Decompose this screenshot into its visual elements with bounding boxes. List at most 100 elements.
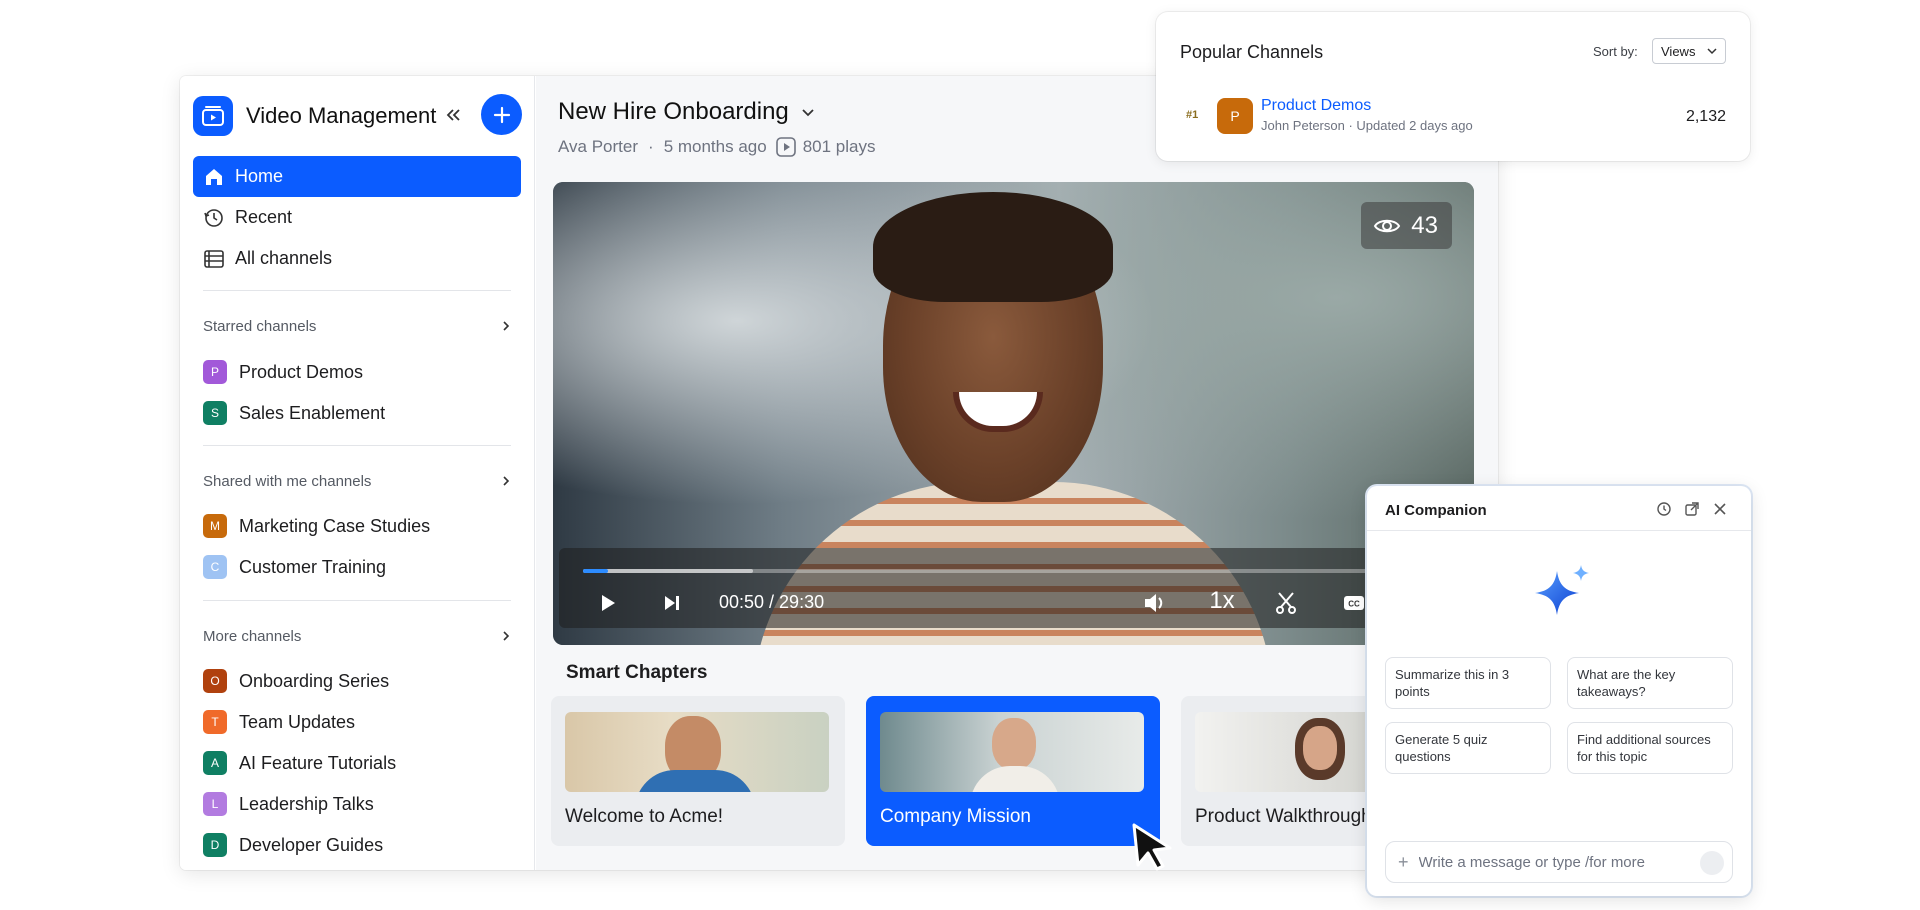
channel-badge: P <box>203 360 227 384</box>
add-button[interactable] <box>481 94 522 135</box>
channel-name: Sales Enablement <box>239 402 386 423</box>
channel-name: Customer Training <box>239 556 387 577</box>
progress-fill <box>583 569 608 573</box>
chevron-right-icon <box>503 476 510 486</box>
channel-badge: M <box>203 514 227 538</box>
play-button[interactable] <box>593 588 623 618</box>
channel-team-updates[interactable]: T Team Updates <box>203 707 355 737</box>
channel-customer-training[interactable]: C Customer Training <box>203 552 386 582</box>
chapter-card-company-mission[interactable]: Company Mission <box>866 696 1160 846</box>
history-button[interactable] <box>1655 500 1673 518</box>
channel-marketing-case-studies[interactable]: M Marketing Case Studies <box>203 511 430 541</box>
chevron-right-icon <box>503 321 510 331</box>
video-title-row: New Hire Onboarding <box>558 98 815 126</box>
prompt-additional-sources[interactable]: Find additional sources for this topic <box>1567 722 1733 774</box>
popular-channel-views: 2,132 <box>1685 108 1726 125</box>
video-title-dropdown[interactable] <box>801 107 815 117</box>
nav-item-label: Recent <box>235 207 293 227</box>
primary-nav: Home Recent All channels <box>193 156 521 279</box>
channel-name: Product Demos <box>239 361 364 382</box>
double-chevron-left-icon <box>446 109 460 121</box>
channel-product-demos[interactable]: P Product Demos <box>203 357 363 387</box>
divider <box>203 600 511 601</box>
video-title: New Hire Onboarding <box>558 98 789 125</box>
section-title: Shared with me channels <box>203 472 372 490</box>
chapter-label: Product Walkthrough <box>1195 806 1372 827</box>
progress-buffer <box>583 569 753 573</box>
open-external-button[interactable] <box>1683 500 1701 518</box>
video-player[interactable]: 43 00:50 / 29:30 1x CC <box>553 182 1474 645</box>
channel-name: Marketing Case Studies <box>239 515 431 536</box>
channel-badge: S <box>203 401 227 425</box>
mouse-pointer-icon <box>1132 823 1172 871</box>
main-content: New Hire Onboarding Ava Porter · 5 month… <box>536 76 1498 870</box>
close-button[interactable] <box>1711 500 1729 518</box>
nav-item-home[interactable]: Home <box>193 156 521 197</box>
prompt-summarize[interactable]: Summarize this in 3 points <box>1385 657 1551 709</box>
ai-message-input[interactable] <box>1418 853 1689 871</box>
popular-channels-card: Popular Channels Sort by: Views #1 P Pro… <box>1156 12 1750 161</box>
chevron-down-icon <box>802 109 814 117</box>
channel-badge: D <box>203 833 227 857</box>
chevron-right-icon <box>503 631 510 641</box>
close-icon <box>1714 503 1726 515</box>
chapter-thumbnail <box>565 712 829 792</box>
brand: Video Management <box>193 96 436 136</box>
channel-badge: A <box>203 751 227 775</box>
channel-sales-enablement[interactable]: S Sales Enablement <box>203 398 385 428</box>
closed-captions-icon: CC <box>1344 596 1364 610</box>
app-window: Video Management Home Recent All channel… <box>180 76 1498 870</box>
collapse-sidebar-button[interactable] <box>442 104 464 126</box>
channel-badge: T <box>203 710 227 734</box>
send-button[interactable] <box>1700 851 1724 875</box>
sidebar: Video Management Home Recent All channel… <box>180 76 535 870</box>
divider <box>203 445 511 446</box>
playback-speed-button[interactable]: 1x <box>1199 586 1245 616</box>
nav-item-recent[interactable]: Recent <box>193 197 521 238</box>
ai-companion-title: AI Companion <box>1385 502 1487 519</box>
video-age: 5 months ago <box>663 137 767 156</box>
video-meta: Ava Porter · 5 months ago 801 plays <box>558 136 875 158</box>
video-management-logo-icon <box>193 96 233 136</box>
channel-name: Team Updates <box>239 711 356 732</box>
sort-select[interactable]: Views <box>1652 38 1726 64</box>
channel-rank: #1 <box>1186 109 1199 121</box>
next-button[interactable] <box>657 588 687 618</box>
channel-onboarding-series[interactable]: O Onboarding Series <box>203 666 389 696</box>
channel-ai-feature-tutorials[interactable]: A AI Feature Tutorials <box>203 748 396 778</box>
ai-companion-panel: AI Companion Summarize this in 3 points … <box>1367 486 1751 896</box>
nav-item-label: Home <box>235 166 284 186</box>
channel-name: AI Feature Tutorials <box>239 752 397 773</box>
view-count-badge: 43 <box>1361 202 1452 249</box>
progress-track[interactable] <box>583 569 1473 573</box>
skip-next-icon <box>665 596 679 610</box>
channel-badge: O <box>203 669 227 693</box>
section-more-channels[interactable]: More channels <box>203 624 511 648</box>
svg-text:CC: CC <box>1348 600 1360 609</box>
meta-separator: · <box>648 137 654 156</box>
channel-badge: C <box>203 555 227 579</box>
open-external-icon <box>1685 502 1699 516</box>
player-controls: 00:50 / 29:30 1x CC <box>559 548 1474 628</box>
chapter-thumbnail <box>880 712 1144 792</box>
plus-icon[interactable]: + <box>1398 852 1409 873</box>
plays-icon <box>775 136 797 158</box>
clip-button[interactable] <box>1269 588 1303 618</box>
channel-leadership-talks[interactable]: L Leadership Talks <box>203 789 374 819</box>
smart-chapters-title: Smart Chapters <box>566 662 708 683</box>
nav-item-all-channels[interactable]: All channels <box>193 238 521 279</box>
channel-badge: P <box>1217 98 1253 134</box>
section-title: Starred channels <box>203 317 317 335</box>
section-shared-channels[interactable]: Shared with me channels <box>203 469 511 493</box>
prompt-key-takeaways[interactable]: What are the key takeaways? <box>1567 657 1733 709</box>
prompt-quiz-questions[interactable]: Generate 5 quiz questions <box>1385 722 1551 774</box>
history-icon <box>203 207 225 229</box>
ai-message-box: + <box>1385 841 1733 883</box>
captions-button[interactable]: CC <box>1337 588 1371 618</box>
popular-channel-link[interactable]: Product Demos <box>1261 97 1371 115</box>
volume-button[interactable] <box>1139 588 1173 618</box>
channel-developer-guides[interactable]: D Developer Guides <box>203 830 383 860</box>
section-starred-channels[interactable]: Starred channels <box>203 314 511 338</box>
sort-value: Views <box>1661 43 1696 59</box>
chapter-card-welcome[interactable]: Welcome to Acme! <box>551 696 845 846</box>
